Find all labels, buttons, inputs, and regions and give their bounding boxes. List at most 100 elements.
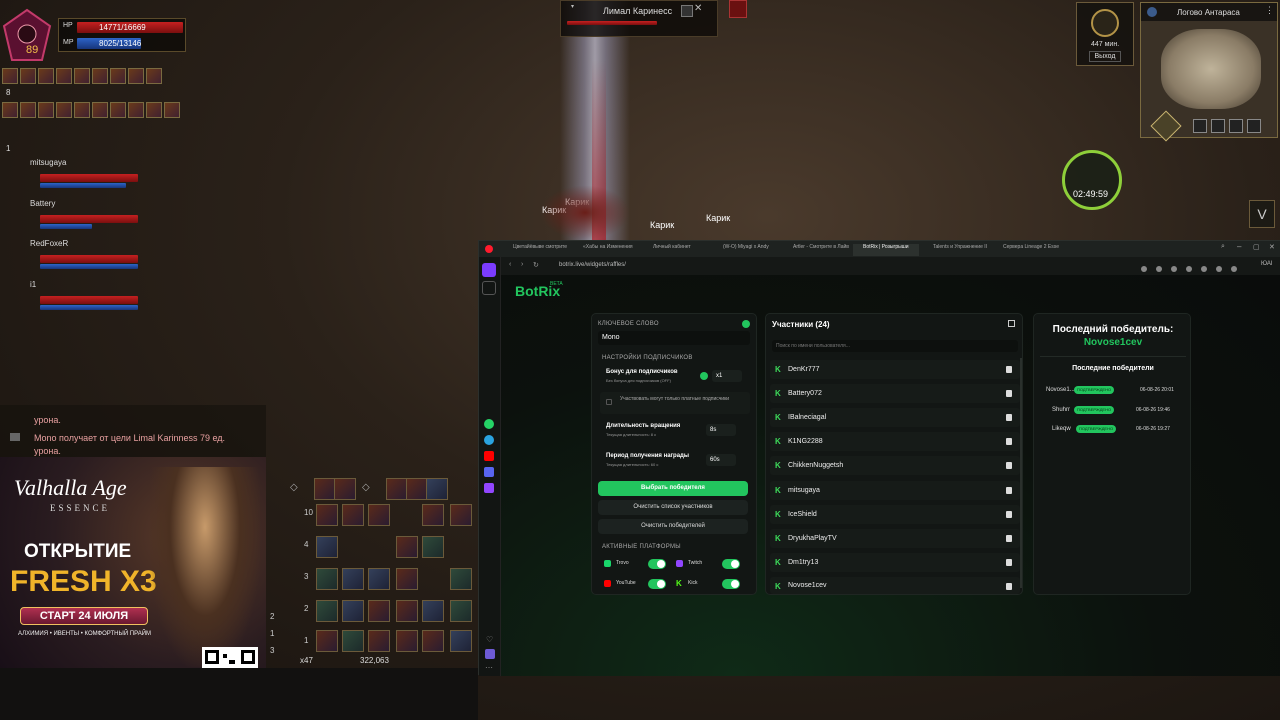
whatsapp-icon[interactable] [484, 419, 494, 429]
spin-select[interactable]: 8s [706, 424, 736, 436]
platform-toggle[interactable] [648, 559, 666, 569]
chevron-down-icon[interactable]: ▾ [571, 3, 574, 10]
tab[interactable]: (W-O) Miyagi x Andy [713, 244, 779, 256]
twitch-icon[interactable] [484, 483, 494, 493]
back-icon[interactable]: ‹ [509, 261, 511, 268]
arrow-icon[interactable]: ◇ [362, 482, 370, 493]
copy-icon[interactable] [1008, 320, 1015, 327]
sub-bonus-desc: Без бонуса для подписчиков (OFF) [606, 378, 671, 383]
ad-character-art [150, 467, 260, 667]
participant-row[interactable]: K IceShield [770, 505, 1020, 524]
sword-icon[interactable]: V [1249, 200, 1275, 228]
tab[interactable]: Личный кабинет [643, 244, 709, 256]
trash-icon[interactable] [1006, 559, 1012, 566]
settings-icon[interactable] [485, 649, 495, 659]
telegram-icon[interactable] [484, 435, 494, 445]
zoom-in-icon[interactable] [1247, 119, 1261, 133]
participant-name: DenKr777 [788, 366, 820, 373]
arrow-icon[interactable]: ◇ [290, 482, 298, 493]
trash-icon[interactable] [1006, 366, 1012, 373]
clear-winners-button[interactable]: Очистить победителей [598, 519, 748, 534]
forward-icon[interactable]: › [521, 261, 523, 268]
search-input[interactable]: Поиск по имени пользователя... [772, 340, 1018, 352]
mp-value: 8025/13146 [99, 39, 142, 48]
heart-icon[interactable]: ♡ [486, 635, 493, 644]
participant-row[interactable]: K K1NG2288 [770, 432, 1020, 451]
trash-icon[interactable] [1006, 438, 1012, 445]
opera-logo-icon[interactable] [485, 245, 493, 253]
party-member-name: Battery [30, 199, 56, 208]
trash-icon[interactable] [1006, 511, 1012, 518]
paid-only-row[interactable]: Участвовать могут только платные подписч… [600, 392, 750, 414]
url-text[interactable]: botrix.live/widgets/raffles/ [559, 262, 626, 268]
exit-button[interactable]: Выход [1089, 51, 1121, 62]
bookmark-icon[interactable] [482, 281, 496, 295]
close-icon[interactable]: ✕ [694, 3, 702, 14]
tab[interactable]: Цветайёвыве смотрите [503, 244, 569, 256]
kick-icon: K [775, 437, 781, 446]
home-icon[interactable] [482, 263, 496, 277]
hotbar-page[interactable]: 3 [270, 646, 274, 655]
minimize-icon[interactable]: – [1237, 242, 1241, 251]
hotbar-page[interactable]: 2 [270, 612, 274, 621]
platform-toggle[interactable] [648, 579, 666, 589]
maximize-icon[interactable]: ▢ [1253, 243, 1260, 251]
discord-icon[interactable] [484, 467, 494, 477]
compass-icon[interactable] [1150, 110, 1182, 142]
pick-winner-button[interactable]: Выбрать победителя [598, 481, 748, 496]
scrollbar[interactable] [1020, 358, 1022, 588]
participant-row[interactable]: K Novose1cev [770, 577, 1020, 594]
platform-toggle[interactable] [722, 559, 740, 569]
trash-icon[interactable] [1006, 487, 1012, 494]
target-window[interactable]: ▾ Лимал Каринесс ✕ [560, 0, 718, 37]
tab[interactable]: «Хабы на Изменения [573, 244, 639, 256]
expand-icon[interactable] [1229, 119, 1243, 133]
reload-icon[interactable]: ↻ [533, 261, 539, 269]
close-icon[interactable]: ✕ [1269, 243, 1275, 251]
participant-row[interactable]: K IBalneciagal [770, 408, 1020, 427]
info-icon[interactable] [742, 320, 750, 328]
user-label[interactable]: ЮАI [1261, 261, 1273, 267]
extension-icons[interactable] [1139, 261, 1249, 272]
trash-icon[interactable] [1006, 583, 1012, 590]
claim-select[interactable]: 60s [706, 454, 736, 466]
paid-only-checkbox[interactable] [606, 399, 612, 405]
clear-participants-button[interactable]: Очистить список участников [598, 500, 748, 515]
tab[interactable]: Artler - Смотрите в Лайв [783, 244, 849, 256]
info-icon[interactable] [700, 372, 708, 380]
participant-row[interactable]: Kmitsugaya [770, 481, 1020, 500]
party-member[interactable]: mitsugaya [20, 158, 138, 188]
participant-row[interactable]: K Dm1try13 [770, 553, 1020, 572]
trash-icon[interactable] [1006, 535, 1012, 542]
more-icon[interactable]: ⋯ [485, 663, 493, 672]
chat-window[interactable]: урона. Mono получает от цели Limal Karin… [0, 405, 266, 457]
close-map-icon[interactable] [1211, 119, 1225, 133]
minimap[interactable]: Логово Антараса ⋮ [1140, 2, 1278, 142]
address-bar: ‹ › ↻ botrix.live/widgets/raffles/ ЮАI [479, 257, 1280, 275]
participant-row[interactable]: K ChikkenNuggetsh [770, 456, 1020, 475]
participant-row[interactable]: K DryukhaPlayTV [770, 529, 1020, 548]
zoom-out-icon[interactable] [1193, 119, 1207, 133]
trash-icon[interactable] [1006, 414, 1012, 421]
tab[interactable]: Сервера Lineage 2 Essenc [993, 244, 1059, 256]
hotbar-page[interactable]: 1 [270, 629, 274, 638]
tab-active[interactable]: BotRix | Розыгрыши [853, 244, 919, 256]
tab[interactable]: Talents и Упражнение II [923, 244, 989, 256]
chat-line: Mono получает от цели Limal Karinness 79… [34, 433, 226, 443]
browser-window[interactable]: Цветайёвыве смотрите «Хабы на Изменения … [478, 240, 1280, 676]
minimap-menu-icon[interactable]: ⋮ [1265, 5, 1274, 16]
sub-bonus-select[interactable]: x1 [712, 370, 742, 382]
target-settings-icon[interactable] [681, 5, 693, 17]
keyword-input[interactable]: Mono [598, 331, 750, 345]
trash-icon[interactable] [1006, 390, 1012, 397]
platform-toggle[interactable] [722, 579, 740, 589]
trash-icon[interactable] [1006, 462, 1012, 469]
youtube-icon[interactable] [484, 451, 494, 461]
search-icon[interactable]: ⌕ [1221, 243, 1225, 251]
party-member[interactable]: i1 [20, 280, 138, 310]
party-member[interactable]: Battery [20, 199, 138, 229]
participant-row[interactable]: K DenKr777 [770, 360, 1020, 379]
participant-row[interactable]: K Battery072 [770, 384, 1020, 403]
monster[interactable] [540, 185, 630, 240]
party-member[interactable]: RedFoxeR [20, 239, 138, 269]
